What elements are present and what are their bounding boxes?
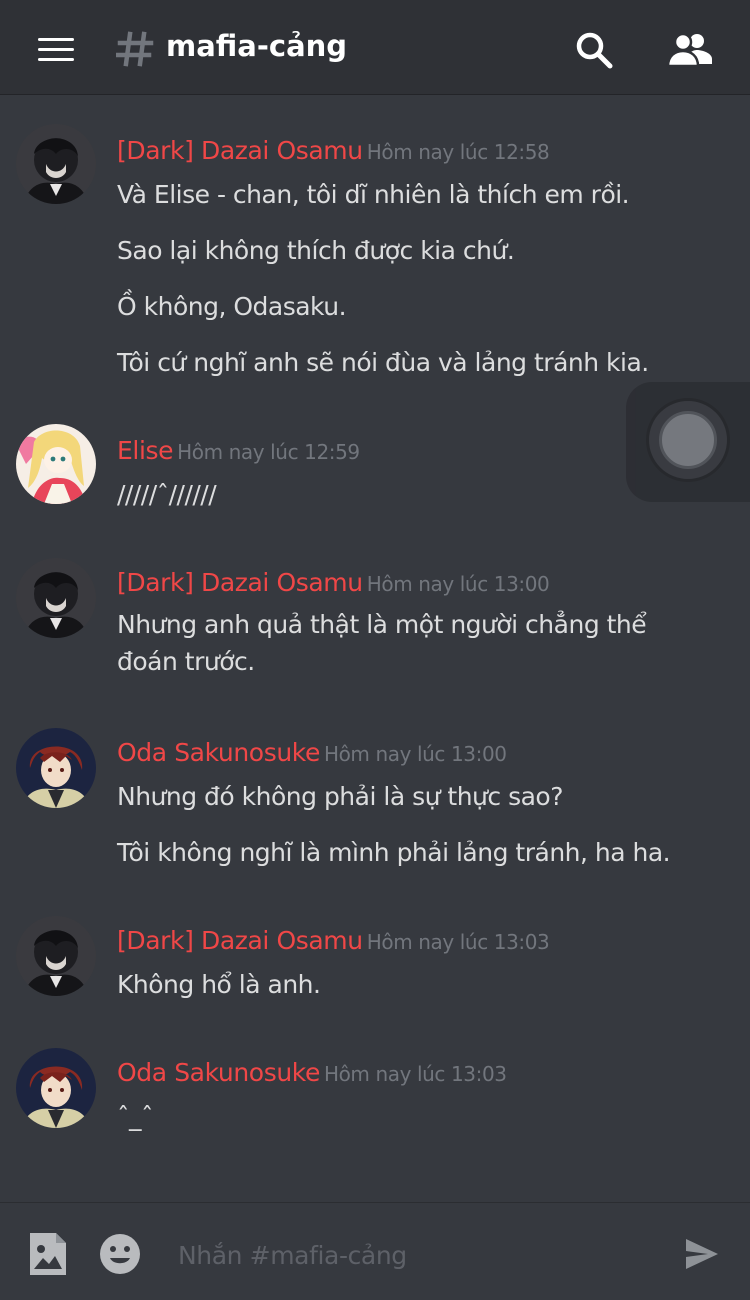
message-text: Tôi cứ nghĩ anh sẽ nói đùa và lảng tránh… [117, 348, 649, 377]
message-timestamp: Hôm nay lúc 12:58 [366, 140, 550, 164]
floating-dot-icon [659, 411, 717, 469]
author-name[interactable]: [Dark] Dazai Osamu [117, 926, 363, 955]
message-text: Nhưng đó không phải là sự thực sao? [117, 782, 564, 811]
image-icon[interactable] [28, 1231, 68, 1277]
floating-touch-button[interactable] [626, 382, 750, 502]
message-timestamp: Hôm nay lúc 13:03 [323, 1062, 507, 1086]
dazai-avatar[interactable] [16, 916, 96, 996]
dazai-avatar[interactable] [16, 558, 96, 638]
channel-title: mafia-cảng [166, 29, 348, 63]
message-text: Ồ không, Odasaku. [117, 292, 347, 321]
author-name[interactable]: Oda Sakunosuke [117, 1058, 320, 1087]
message-text: Và Elise - chan, tôi dĩ nhiên là thích e… [117, 180, 630, 209]
message-text: Tôi không nghĩ là mình phải lảng tránh, … [117, 838, 671, 867]
message-list[interactable]: [Dark] Dazai Osamu Hôm nay lúc 12:58 Và E… [0, 96, 750, 1202]
floating-ring [646, 398, 730, 482]
author-name[interactable]: Elise [117, 436, 173, 465]
menu-icon[interactable] [38, 36, 74, 64]
oda-avatar[interactable] [16, 728, 96, 808]
message-composer [0, 1202, 750, 1300]
send-icon[interactable] [684, 1237, 720, 1271]
message-header: [Dark] Dazai Osamu Hôm nay lúc 13:00 [117, 568, 550, 597]
message-timestamp: Hôm nay lúc 13:00 [323, 742, 507, 766]
members-icon[interactable] [666, 30, 714, 70]
message-text: ˆ_ˆ [117, 1102, 154, 1131]
author-name[interactable]: [Dark] Dazai Osamu [117, 136, 363, 165]
dazai-avatar[interactable] [16, 124, 96, 204]
message-header: [Dark] Dazai Osamu Hôm nay lúc 13:03 [117, 926, 550, 955]
message-text: Nhưng anh quả thật là một người chẳng th… [117, 610, 647, 676]
search-icon[interactable] [574, 30, 614, 70]
oda-avatar[interactable] [16, 1048, 96, 1128]
message-text: Không hổ là anh. [117, 970, 321, 999]
chat-app: mafia-cảng [Dark] Dazai Osamu Hôm nay lú… [0, 0, 750, 1300]
message-header: [Dark] Dazai Osamu Hôm nay lúc 12:58 [117, 136, 550, 165]
elise-avatar[interactable] [16, 424, 96, 504]
message-timestamp: Hôm nay lúc 12:59 [177, 440, 360, 464]
message-header: Oda Sakunosuke Hôm nay lúc 13:03 [117, 1058, 507, 1087]
channel-header: mafia-cảng [0, 0, 750, 95]
message-text: /////ˆ////// [117, 480, 217, 509]
message-timestamp: Hôm nay lúc 13:00 [366, 572, 550, 596]
message-input[interactable] [178, 1233, 658, 1277]
message-header: Elise Hôm nay lúc 12:59 [117, 436, 360, 465]
emoji-icon[interactable] [99, 1233, 141, 1275]
message-header: Oda Sakunosuke Hôm nay lúc 13:00 [117, 738, 507, 767]
author-name[interactable]: [Dark] Dazai Osamu [117, 568, 363, 597]
message-timestamp: Hôm nay lúc 13:03 [366, 930, 550, 954]
hash-icon [116, 31, 154, 67]
message-text: Sao lại không thích được kia chứ. [117, 236, 515, 265]
author-name[interactable]: Oda Sakunosuke [117, 738, 320, 767]
